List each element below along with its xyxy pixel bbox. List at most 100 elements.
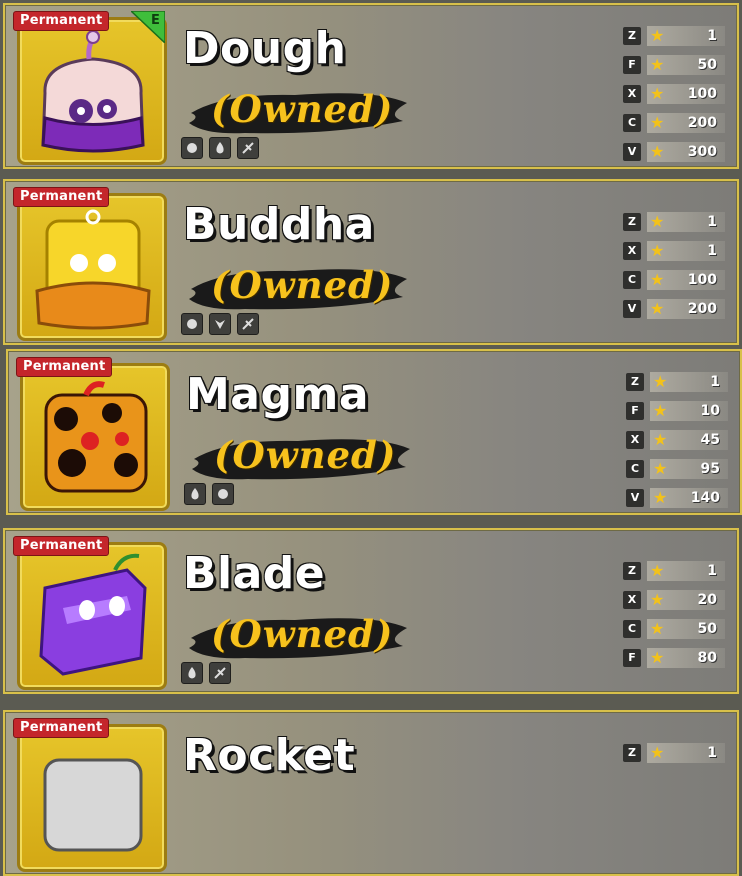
mastery-level: 10 [700,402,720,419]
flame-icon [184,483,206,505]
move-key: Z [623,743,641,762]
mastery-level: 20 [697,591,717,608]
mastery-level: 50 [697,56,717,73]
move-key: C [626,459,644,478]
mastery-level: 1 [707,242,717,259]
mastery-level: 100 [687,85,717,102]
move-key: F [623,648,641,667]
star-icon: ★ [650,560,665,580]
permanent-badge: Permanent [16,357,113,377]
mastery-level: 45 [700,431,720,448]
ability-icons [181,313,259,335]
owned-banner: (Owned) [188,429,412,485]
beast-icon [209,313,231,335]
move-row: Z ★ 1 [623,738,725,767]
move-key: Z [623,212,641,231]
owned-label: (Owned) [211,263,394,307]
fruit-card-buddha[interactable]: Permanent Buddha (Owned) Z ★ 1 X ★ 1 C ★ 100 V… [3,179,739,345]
move-key: V [623,299,641,318]
drill-icon [237,137,259,159]
permanent-badge: Permanent [13,11,110,31]
drill-icon [209,662,231,684]
star-icon: ★ [650,25,665,45]
owned-banner: (Owned) [185,83,409,139]
dough-fruit-icon [41,30,145,153]
move-key: V [626,488,644,507]
mastery-level: 1 [710,373,720,390]
move-key: X [626,430,644,449]
move-row: C ★ 100 [623,265,725,294]
spike-ball-icon [181,313,203,335]
star-icon: ★ [650,141,665,161]
move-list: Z ★ 1 F ★ 50 X ★ 100 C ★ 200 V ★ 300 [623,21,725,166]
move-list: Z ★ 1 F ★ 10 X ★ 45 C ★ 95 V ★ 140 [626,367,728,512]
owned-banner: (Owned) [185,608,409,664]
move-key: C [623,113,641,132]
star-icon: ★ [650,83,665,103]
fruit-name: Magma [186,369,370,420]
buddha-fruit-icon [35,209,151,330]
mastery-level: 1 [707,744,717,761]
mastery-level: 1 [707,213,717,230]
permanent-badge: Permanent [13,536,110,556]
move-row: F ★ 80 [623,643,725,672]
move-row: C ★ 95 [626,454,728,483]
magma-fruit-icon [44,381,148,493]
move-row: V ★ 300 [623,137,725,166]
move-row: F ★ 50 [623,50,725,79]
move-list: Z ★ 1 [623,738,725,767]
move-row: C ★ 200 [623,108,725,137]
star-icon: ★ [650,112,665,132]
move-key: F [626,401,644,420]
spike-ball-icon [212,483,234,505]
move-row: V ★ 140 [626,483,728,512]
mastery-level: 300 [687,143,717,160]
mastery-level: 50 [697,620,717,637]
mastery-level: 200 [687,114,717,131]
owned-label: (Owned) [214,433,397,477]
star-icon: ★ [650,240,665,260]
permanent-badge: Permanent [13,187,110,207]
move-row: X ★ 1 [623,236,725,265]
move-row: Z ★ 1 [623,556,725,585]
owned-label: (Owned) [211,87,394,131]
move-row: C ★ 50 [623,614,725,643]
flame-icon [181,662,203,684]
move-key: C [623,619,641,638]
star-icon: ★ [650,211,665,231]
move-row: X ★ 45 [626,425,728,454]
move-key: Z [626,372,644,391]
fruit-card-rocket[interactable]: Permanent Rocket Z ★ 1 [3,710,739,876]
fruit-name: Rocket [183,730,356,781]
move-key: V [623,142,641,161]
fruit-card-dough[interactable]: Permanent E Dough (Owned) Z ★ 1 F ★ 50 X ★ 100… [3,3,739,169]
star-icon: ★ [650,269,665,289]
star-icon: ★ [650,647,665,667]
mastery-level: 1 [707,562,717,579]
owned-label: (Owned) [211,612,394,656]
tier-badge: E [129,10,166,45]
move-row: F ★ 10 [626,396,728,425]
ability-icons [181,137,259,159]
move-key: F [623,55,641,74]
star-icon: ★ [653,487,668,507]
move-key: Z [623,26,641,45]
fruit-card-magma[interactable]: Permanent Magma (Owned) Z ★ 1 F ★ 10 X ★ 45 C ★… [6,349,742,515]
move-row: X ★ 20 [623,585,725,614]
ability-icons [181,662,231,684]
move-list: Z ★ 1 X ★ 1 C ★ 100 V ★ 200 [623,207,725,323]
move-row: X ★ 100 [623,79,725,108]
move-key: X [623,241,641,260]
fruit-card-blade[interactable]: Permanent Blade (Owned) Z ★ 1 X ★ 20 C ★ 50 F ★… [3,528,739,694]
star-icon: ★ [653,371,668,391]
move-key: C [623,270,641,289]
spike-ball-icon [181,137,203,159]
mastery-level: 200 [687,300,717,317]
drill-icon [237,313,259,335]
star-icon: ★ [650,742,665,762]
star-icon: ★ [650,54,665,74]
move-row: Z ★ 1 [623,207,725,236]
mastery-level: 140 [690,489,720,506]
move-row: V ★ 200 [623,294,725,323]
flame-icon [209,137,231,159]
